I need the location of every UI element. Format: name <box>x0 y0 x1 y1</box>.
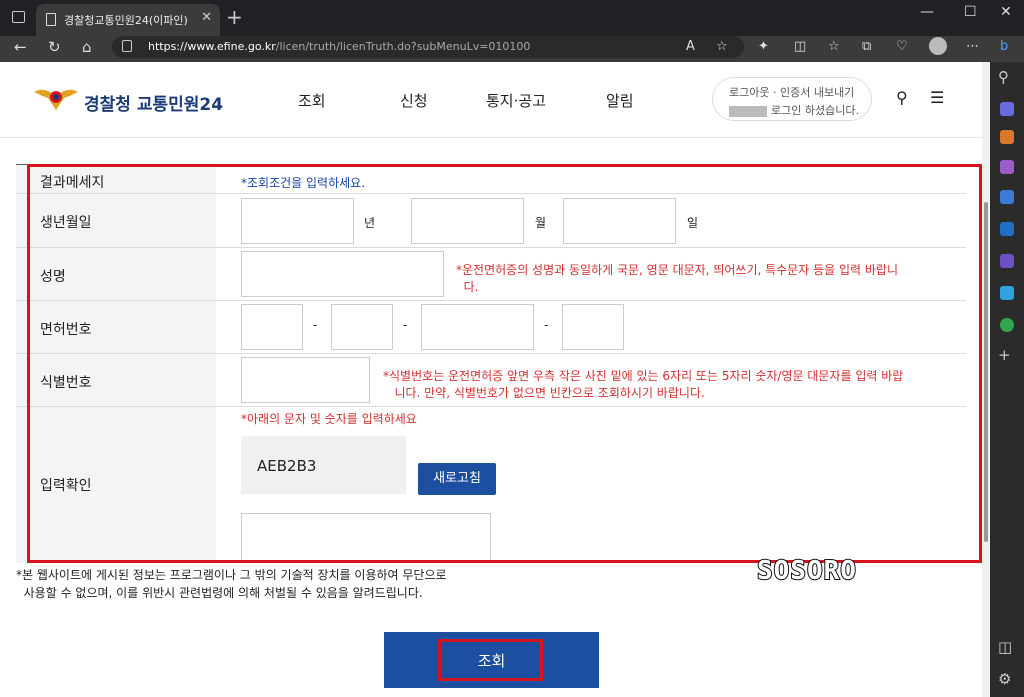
sidebar-m365-icon[interactable] <box>1000 190 1014 204</box>
copyright-notice: *본 웹사이트에 게시된 정보는 프로그램이나 그 밖의 기술적 장치를 이용하… <box>16 566 447 602</box>
hamburger-menu-icon[interactable]: ☰ <box>930 88 944 107</box>
menu-notice[interactable]: 통지·공고 <box>486 90 546 111</box>
maximize-icon[interactable]: ☐ <box>964 4 977 20</box>
blurred-username <box>729 105 767 117</box>
bing-icon[interactable]: b <box>1000 39 1008 54</box>
lock-icon[interactable] <box>122 40 132 52</box>
menu-news[interactable]: 알림 <box>606 90 634 111</box>
performance-icon[interactable]: ♡ <box>896 39 908 54</box>
split-screen-icon[interactable]: ◫ <box>794 39 806 54</box>
login-status-box: 로그아웃 · 인증서 내보내기 로그인 하셨습니다. <box>712 77 872 121</box>
search-button[interactable]: 조회 <box>384 632 599 688</box>
read-aloud-icon[interactable]: A <box>686 39 695 54</box>
search-button-label: 조회 <box>477 652 506 670</box>
site-logo[interactable]: 경찰청 교통민원24 <box>84 90 223 115</box>
site-header: 경찰청 교통민원24 조회 신청 통지·공고 알림 로그아웃 · 인증서 내보내… <box>0 62 982 138</box>
url-host: https://www.efine.go.kr <box>148 40 276 53</box>
workspaces-icon[interactable] <box>12 11 25 23</box>
browser-tab[interactable]: 경찰청교통민원24(이파인) ✕ <box>36 4 220 36</box>
notice-line1: *본 웹사이트에 게시된 정보는 프로그램이나 그 밖의 기술적 장치를 이용하… <box>16 568 447 582</box>
sidebar-settings-icon[interactable]: ⚙ <box>998 670 1011 688</box>
menu-application[interactable]: 신청 <box>400 90 428 111</box>
highlight-box <box>27 164 982 563</box>
watermark: SOSORO <box>756 555 857 587</box>
login-status-text: 로그인 하셨습니다. <box>771 104 859 117</box>
profile-icon[interactable] <box>929 37 947 55</box>
browser-tabbar: 경찰청교통민원24(이파인) ✕ + — ☐ ✕ <box>0 0 1024 36</box>
minimize-icon[interactable]: — <box>920 4 934 20</box>
logout-link[interactable]: 로그아웃 · 인증서 내보내기 <box>729 84 854 100</box>
notice-line2: 사용할 수 없으며, 이를 위반시 관련법령에 의해 처벌될 수 있음을 알려드… <box>23 586 423 600</box>
sidebar-hide-icon[interactable]: ◫ <box>998 638 1012 656</box>
extensions-icon[interactable]: ✦ <box>758 39 769 54</box>
collections-icon[interactable]: ⧉ <box>862 39 871 54</box>
scrollbar-thumb[interactable] <box>984 202 988 542</box>
search-icon[interactable]: ⚲ <box>896 88 908 107</box>
browser-sidebar: ⚲ + ◫ ⚙ <box>990 62 1024 697</box>
sidebar-telegram-icon[interactable] <box>1000 286 1014 300</box>
sidebar-outlook-icon[interactable] <box>1000 222 1014 236</box>
sidebar-tree-icon[interactable] <box>1000 318 1014 332</box>
close-tab-icon[interactable]: ✕ <box>201 10 212 25</box>
sidebar-designer-icon[interactable] <box>1000 254 1014 268</box>
sidebar-games-icon[interactable] <box>1000 160 1014 174</box>
sidebar-search-icon[interactable]: ⚲ <box>998 68 1009 86</box>
url-path: /licen/truth/licenTruth.do?subMenuLv=010… <box>275 40 531 53</box>
home-icon[interactable]: ⌂ <box>82 38 92 56</box>
page-favicon-icon <box>46 13 56 26</box>
favorites-icon[interactable]: ☆ <box>828 39 840 54</box>
tab-title: 경찰청교통민원24(이파인) <box>64 14 188 27</box>
address-bar: ← ↻ ⌂ https://www.efine.go.kr/licen/trut… <box>0 36 1024 62</box>
favorite-icon[interactable]: ☆ <box>716 39 728 54</box>
more-icon[interactable]: ⋯ <box>966 39 979 54</box>
back-icon[interactable]: ← <box>14 38 27 56</box>
sidebar-shopping-icon[interactable] <box>1000 102 1014 116</box>
new-tab-icon[interactable]: + <box>226 5 243 29</box>
sidebar-add-icon[interactable]: + <box>998 346 1011 364</box>
logo-text: 경찰청 <box>84 95 131 115</box>
close-window-icon[interactable]: ✕ <box>1000 4 1012 20</box>
sidebar-tools-icon[interactable] <box>1000 130 1014 144</box>
refresh-icon[interactable]: ↻ <box>48 38 61 56</box>
logo-subtext: 교통민원24 <box>136 95 224 115</box>
police-emblem-icon[interactable] <box>34 84 78 114</box>
page-scrollbar[interactable] <box>982 62 990 697</box>
menu-inquiry[interactable]: 조회 <box>298 90 326 111</box>
url-field[interactable]: https://www.efine.go.kr/licen/truth/lice… <box>112 36 744 58</box>
